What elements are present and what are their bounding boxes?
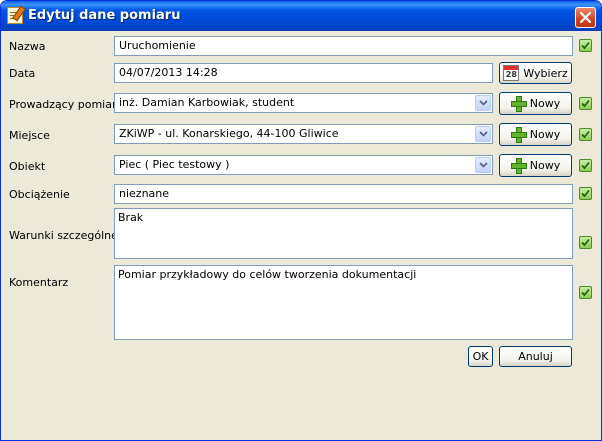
wybierz-button-label: Wybierz — [523, 66, 568, 80]
obiekt-label: Obiekt — [9, 160, 46, 173]
ok-button[interactable]: OK — [468, 346, 493, 367]
nazwa-check-icon — [579, 39, 592, 52]
cancel-button[interactable]: Anuluj — [499, 346, 572, 367]
plus-icon — [510, 126, 527, 143]
warunki-textarea[interactable]: Brak — [114, 208, 573, 259]
prowadzacy-check-icon — [579, 97, 592, 110]
miejsce-dropdown-arrow-icon[interactable] — [475, 126, 491, 142]
obciazenie-field[interactable]: nieznane — [114, 184, 573, 204]
wybierz-button[interactable]: 28 Wybierz — [499, 62, 572, 84]
obciazenie-check-icon — [579, 187, 592, 200]
miejsce-select[interactable]: ZKiWP - ul. Konarskiego, 44-100 Gliwice — [114, 124, 493, 144]
miejsce-nowy-label: Nowy — [529, 128, 561, 141]
komentarz-check-icon — [579, 286, 592, 299]
miejsce-check-icon — [579, 128, 592, 141]
prowadzacy-nowy-label: Nowy — [529, 97, 561, 110]
prowadzacy-select[interactable]: inż. Damian Karbowiak, student — [114, 93, 493, 113]
nazwa-label: Nazwa — [9, 40, 46, 53]
miejsce-label: Miejsce — [9, 129, 50, 142]
obiekt-nowy-label: Nowy — [529, 159, 561, 172]
komentarz-textarea[interactable]: Pomiar przykładowy do celów tworzenia do… — [114, 265, 573, 340]
komentarz-label: Komentarz — [9, 276, 69, 289]
close-button[interactable] — [575, 7, 596, 28]
prowadzacy-label: Prowadzący pomiary — [9, 98, 123, 111]
close-icon — [580, 12, 591, 23]
title-bar[interactable]: Edytuj dane pomiaru — [1, 1, 601, 31]
obiekt-nowy-button[interactable]: Nowy — [499, 154, 572, 177]
prowadzacy-nowy-button[interactable]: Nowy — [499, 92, 572, 115]
warunki-label: Warunki szczególne — [9, 229, 118, 242]
data-field[interactable]: 04/07/2013 14:28 — [114, 63, 493, 83]
plus-icon — [510, 95, 527, 112]
miejsce-nowy-button[interactable]: Nowy — [499, 123, 572, 146]
obiekt-check-icon — [579, 159, 592, 172]
obiekt-select[interactable]: Piec ( Piec testowy ) — [114, 155, 493, 175]
window-title: Edytuj dane pomiaru — [28, 8, 181, 23]
prowadzacy-dropdown-arrow-icon[interactable] — [475, 95, 491, 111]
miejsce-value: ZKiWP - ul. Konarskiego, 44-100 Gliwice — [119, 127, 339, 140]
obciazenie-label: Obciążenie — [9, 188, 70, 201]
prowadzacy-value: inż. Damian Karbowiak, student — [119, 96, 295, 109]
obiekt-value: Piec ( Piec testowy ) — [119, 158, 230, 171]
dialog-window: Edytuj dane pomiaru Nazwa Uruchomienie D… — [0, 0, 602, 441]
edit-document-icon — [7, 7, 23, 24]
obiekt-dropdown-arrow-icon[interactable] — [475, 157, 491, 173]
warunki-check-icon — [579, 236, 592, 249]
calendar-icon: 28 — [503, 65, 520, 81]
data-label: Data — [9, 67, 36, 80]
nazwa-field[interactable]: Uruchomienie — [114, 36, 573, 56]
plus-icon — [510, 157, 527, 174]
